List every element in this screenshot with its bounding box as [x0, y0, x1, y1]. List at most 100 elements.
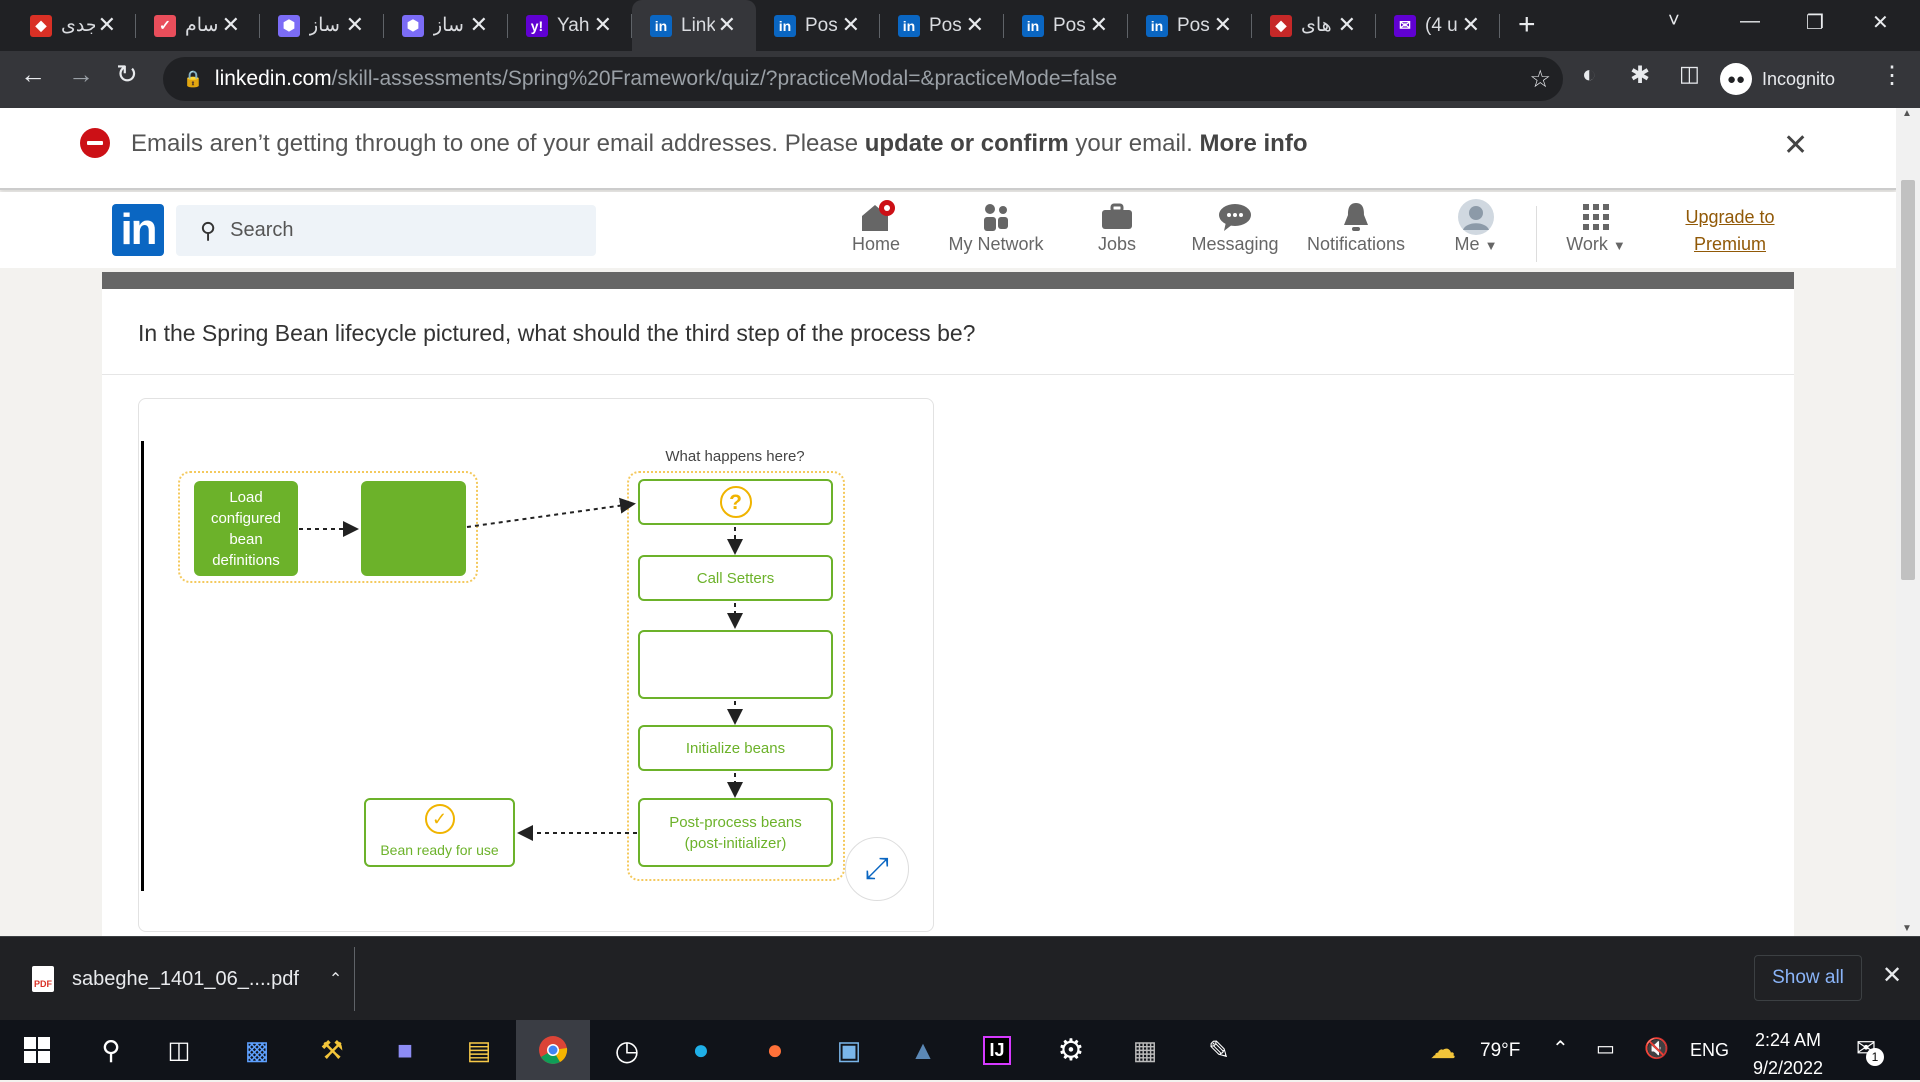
chevron-up-icon[interactable]: ⌃: [329, 969, 342, 989]
firefox-icon[interactable]: ●: [738, 1020, 812, 1080]
tab-close-icon[interactable]: ✕: [842, 12, 860, 38]
tab-close-icon[interactable]: ✕: [1090, 12, 1108, 38]
check-icon: ✓: [154, 14, 176, 37]
scrollbar-thumb[interactable]: [1901, 180, 1915, 580]
browser-toolbar: ← → ↻ 🔒 linkedin.com/skill-assessments/S…: [0, 51, 1920, 108]
browser-tab[interactable]: ⬢ ساز ✕: [260, 0, 384, 51]
avatar: [1446, 199, 1506, 235]
browser-tab[interactable]: ⬢ ساز ✕: [384, 0, 508, 51]
close-downloads-icon[interactable]: ✕: [1882, 961, 1902, 990]
volume-muted-icon[interactable]: 🔇: [1644, 1036, 1669, 1061]
tab-close-icon[interactable]: ✕: [966, 12, 984, 38]
clock-app-icon[interactable]: ◷: [590, 1020, 664, 1080]
address-bar[interactable]: 🔒 linkedin.com/skill-assessments/Spring%…: [163, 57, 1563, 101]
search-input[interactable]: ⚲ Search: [176, 205, 596, 256]
more-info-link[interactable]: More info: [1199, 130, 1307, 157]
nav-messaging-label: Messaging: [1191, 234, 1279, 254]
nav-me[interactable]: Me ▼: [1446, 199, 1506, 255]
linkedin-icon: in: [898, 14, 920, 37]
nav-notifications[interactable]: Notifications: [1304, 200, 1408, 255]
scroll-down-icon[interactable]: ▼: [1902, 923, 1912, 934]
browser-tab[interactable]: in Pos ✕: [1128, 0, 1252, 51]
download-item[interactable]: PDF sabeghe_1401_06_....pdf ⌃: [20, 959, 342, 999]
browser-tab[interactable]: in Pos ✕: [756, 0, 880, 51]
paint-icon[interactable]: ✎: [1182, 1020, 1256, 1080]
browser-tab[interactable]: ✓ سام ✕: [136, 0, 260, 51]
tab-close-icon[interactable]: ✕: [594, 12, 612, 38]
tab-close-icon[interactable]: ✕: [718, 12, 736, 38]
show-all-button[interactable]: Show all: [1754, 955, 1862, 1001]
bookmark-star-icon[interactable]: ☆: [1529, 65, 1551, 94]
incognito-label: Incognito: [1762, 68, 1836, 89]
tab-close-icon[interactable]: ✕: [1338, 12, 1356, 38]
window-close-icon[interactable]: ✕: [1872, 10, 1889, 35]
tab-search-icon[interactable]: ˅: [1668, 10, 1680, 33]
extension-lens-icon[interactable]: ◐: [1582, 61, 1597, 89]
incognito-profile[interactable]: ●● Incognito: [1720, 59, 1835, 99]
windows-start-icon[interactable]: [0, 1020, 74, 1080]
browser-tab[interactable]: in Pos ✕: [1004, 0, 1128, 51]
settings-gear-icon[interactable]: ⚙: [1034, 1020, 1108, 1080]
incognito-icon: ●●: [1720, 63, 1752, 95]
tab-title: های: [1301, 15, 1332, 36]
chat-bubble-icon: [1190, 200, 1280, 234]
download-bar: PDF sabeghe_1401_06_....pdf ⌃ Show all ✕: [0, 936, 1920, 1020]
visual-studio-icon[interactable]: ■: [368, 1020, 442, 1080]
restore-icon[interactable]: ❐: [1806, 10, 1824, 35]
new-tab-icon[interactable]: +: [1518, 8, 1536, 42]
side-panel-icon[interactable]: ◫: [1679, 61, 1700, 87]
browser-tab[interactable]: in Link ✕: [632, 0, 756, 51]
tray-chevron-icon[interactable]: ⌃: [1552, 1036, 1569, 1061]
nav-jobs[interactable]: Jobs: [1085, 200, 1149, 255]
puzzle-icon[interactable]: ✱: [1630, 61, 1650, 90]
calculator-icon[interactable]: ▦: [1108, 1020, 1182, 1080]
system-clock[interactable]: 2:24 AM 9/2/2022: [1740, 1026, 1836, 1082]
language-indicator[interactable]: ENG: [1690, 1040, 1729, 1061]
linkedin-logo-icon[interactable]: in: [112, 204, 164, 256]
browser-tab[interactable]: ◆ جدی ✕: [12, 0, 136, 51]
menu-kebab-icon[interactable]: ⋮: [1880, 61, 1904, 90]
control-panel-icon[interactable]: ▣: [812, 1020, 886, 1080]
reload-icon[interactable]: ↻: [116, 59, 138, 90]
update-email-link[interactable]: update or confirm: [865, 130, 1069, 157]
back-icon[interactable]: ←: [20, 59, 46, 90]
taskbar-search-icon[interactable]: ⚲: [74, 1020, 148, 1080]
forward-icon[interactable]: →: [68, 59, 94, 90]
tab-close-icon[interactable]: ✕: [222, 12, 240, 38]
tab-close-icon[interactable]: ✕: [98, 12, 116, 38]
nav-home[interactable]: Home: [840, 200, 912, 255]
download-file-name: sabeghe_1401_06_....pdf: [72, 967, 299, 990]
remote-desktop-icon[interactable]: ▩: [220, 1020, 294, 1080]
tab-close-icon[interactable]: ✕: [1462, 12, 1480, 38]
close-icon[interactable]: ✕: [1783, 128, 1808, 163]
file-explorer-icon[interactable]: ▤: [442, 1020, 516, 1080]
download-divider: [354, 947, 355, 1011]
browser-tab[interactable]: ✉ (4 u ✕: [1376, 0, 1500, 51]
task-view-icon[interactable]: ◫: [142, 1020, 216, 1080]
tab-title: Pos: [1053, 14, 1086, 36]
nav-messaging[interactable]: Messaging: [1190, 200, 1280, 255]
browser-tab[interactable]: in Pos ✕: [880, 0, 1004, 51]
edge-icon[interactable]: ●: [664, 1020, 738, 1080]
battery-icon[interactable]: ▭: [1596, 1036, 1615, 1061]
mysql-workbench-icon[interactable]: ▲: [886, 1020, 960, 1080]
scroll-up-icon[interactable]: ▲: [1902, 108, 1912, 119]
grid-icon: [1556, 200, 1636, 234]
tab-close-icon[interactable]: ✕: [1214, 12, 1232, 38]
banner-text: Emails aren’t getting through to one of …: [131, 130, 865, 157]
weather-icon[interactable]: ☁: [1430, 1034, 1456, 1065]
intellij-icon[interactable]: IJ: [960, 1020, 1034, 1080]
tab-close-icon[interactable]: ✕: [346, 12, 364, 38]
minimize-icon[interactable]: —: [1740, 10, 1760, 33]
weather-temp[interactable]: 79°F: [1480, 1040, 1520, 1062]
browser-tab[interactable]: y! Yah ✕: [508, 0, 632, 51]
nav-my-network[interactable]: My Network: [944, 200, 1048, 255]
nav-work[interactable]: Work ▼: [1556, 200, 1636, 255]
expand-icon[interactable]: ⤢: [845, 837, 909, 901]
browser-tab[interactable]: ◆ های ✕: [1252, 0, 1376, 51]
chrome-icon[interactable]: [516, 1020, 590, 1080]
page-scrollbar[interactable]: ▲ ▼: [1896, 108, 1920, 936]
upgrade-premium-link[interactable]: Upgrade to Premium: [1660, 204, 1800, 258]
tab-close-icon[interactable]: ✕: [470, 12, 488, 38]
tools-icon[interactable]: ⚒: [295, 1020, 369, 1080]
